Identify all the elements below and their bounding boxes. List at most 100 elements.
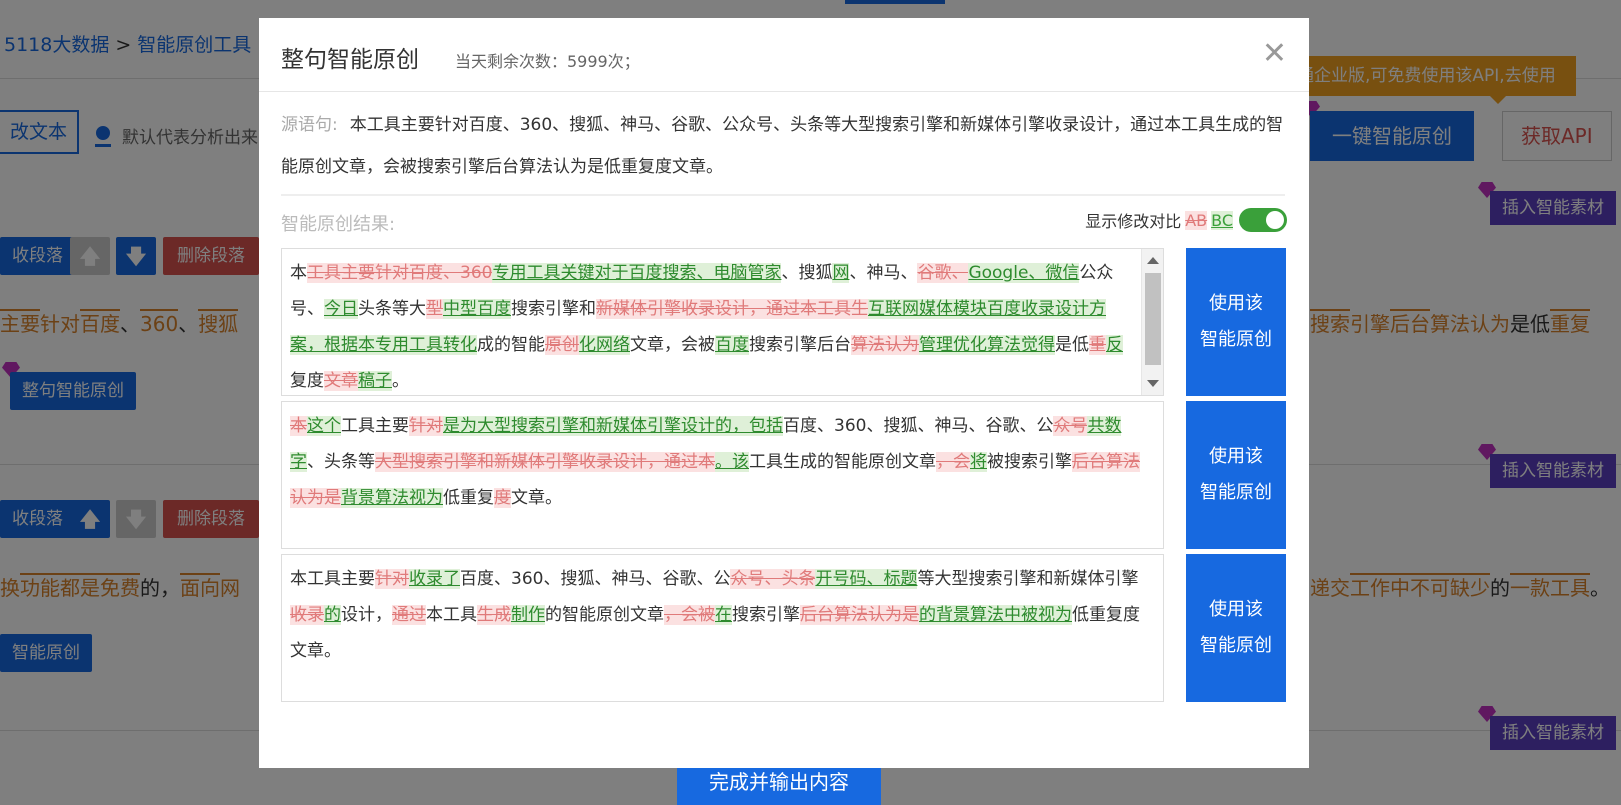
scrollbar-thumb[interactable] bbox=[1145, 273, 1161, 365]
text-segment: 的智能原创文章 bbox=[545, 605, 664, 625]
deleted-segment: 针对 bbox=[375, 569, 409, 589]
close-icon[interactable]: ✕ bbox=[1262, 36, 1287, 71]
added-segment: 反 bbox=[1106, 335, 1123, 355]
text-segment: 本工具 bbox=[426, 605, 477, 625]
scrollbar[interactable] bbox=[1141, 249, 1163, 395]
added-segment: 的 bbox=[324, 605, 341, 625]
text-segment: 等大型搜索引擎和新媒体引擎 bbox=[917, 569, 1139, 589]
text-segment: 头条等大 bbox=[358, 299, 426, 319]
added-segment: 的背景算法中被视为 bbox=[919, 605, 1072, 625]
added-segment: Google、微信 bbox=[968, 263, 1080, 283]
result-label: 智能原创结果: bbox=[281, 214, 396, 235]
added-segment: 稿子 bbox=[358, 371, 392, 391]
sentence-rewrite-modal: 整句智能原创 当天剩余次数：5999次； ✕ 源语句: 本工具主要针对百度、360… bbox=[259, 18, 1309, 768]
remaining-count: 当天剩余次数：5999次； bbox=[455, 52, 640, 71]
added-segment: 专用工具关键对于百度搜索、电脑管家 bbox=[492, 263, 782, 283]
text-segment: 成的智能 bbox=[477, 335, 545, 355]
added-segment: 化网络 bbox=[579, 335, 630, 355]
added-segment: 。该 bbox=[715, 452, 749, 472]
deleted-segment: 众号、头条 bbox=[730, 569, 816, 589]
use-result-button-2[interactable]: 使用该 智能原创 bbox=[1186, 401, 1286, 549]
compare-toggle-group: 显示修改对比 AB BC bbox=[1085, 208, 1287, 232]
added-segment: 开号码、标题 bbox=[815, 569, 918, 589]
added-segment: 今日 bbox=[324, 299, 358, 319]
deleted-segment: ，会被 bbox=[664, 605, 715, 625]
text-segment: 。 bbox=[392, 371, 409, 391]
text-segment: 搜索引擎后台 bbox=[749, 335, 851, 355]
text-segment: 文章，会被 bbox=[630, 335, 715, 355]
compare-toggle-switch[interactable] bbox=[1239, 208, 1287, 232]
added-segment: 将 bbox=[970, 452, 987, 472]
deleted-segment: 新媒体引擎收录设计，通过本工具生 bbox=[596, 299, 868, 319]
text-segment: 本工具主要 bbox=[290, 569, 375, 589]
scroll-up-icon[interactable] bbox=[1147, 257, 1159, 264]
added-segment: 是为大型搜索引擎和新媒体引擎设计的，包括 bbox=[443, 416, 783, 436]
deleted-segment: 收录 bbox=[290, 605, 324, 625]
toggle-knob bbox=[1266, 211, 1284, 229]
deleted-segment: 针对 bbox=[409, 416, 443, 436]
result-box-2[interactable]: 本这个工具主要针对是为大型搜索引擎和新媒体引擎设计的，包括百度、360、搜狐、神… bbox=[281, 401, 1164, 549]
deleted-segment: 度 bbox=[494, 488, 511, 508]
source-text: 本工具主要针对百度、360、搜狐、神马、谷歌、公众号、头条等大型搜索引擎和新媒体… bbox=[281, 115, 1284, 177]
text-segment: 搜索引擎和 bbox=[511, 299, 596, 319]
compare-label: 显示修改对比 bbox=[1085, 212, 1182, 231]
use-button-line2: 智能原创 bbox=[1200, 482, 1272, 503]
deleted-segment: 大型搜索引擎和新媒体引擎收录设计，通过本 bbox=[375, 452, 715, 472]
text-segment: 百度、360、搜狐、神马、谷歌、公 bbox=[460, 569, 731, 589]
compare-deleted-sample: AB bbox=[1185, 210, 1208, 230]
use-result-button-1[interactable]: 使用该 智能原创 bbox=[1186, 248, 1286, 396]
added-segment: 制作 bbox=[511, 605, 545, 625]
result-box-1[interactable]: 本工具主要针对百度、360专用工具关键对于百度搜索、电脑管家、搜狐网、神马、谷歌… bbox=[281, 248, 1164, 396]
deleted-segment: 通过 bbox=[392, 605, 426, 625]
added-segment: 这个 bbox=[307, 416, 341, 436]
text-segment: 文章。 bbox=[511, 488, 562, 508]
added-segment: 在 bbox=[715, 605, 732, 625]
result-box-3[interactable]: 本工具主要针对收录了百度、360、搜狐、神马、谷歌、公众号、头条开号码、标题等大… bbox=[281, 554, 1164, 702]
deleted-segment: 原创 bbox=[545, 335, 579, 355]
use-button-line1: 使用该 bbox=[1209, 599, 1263, 620]
use-button-line1: 使用该 bbox=[1209, 293, 1263, 314]
text-segment: 工具生成的智能原创文章 bbox=[749, 452, 936, 472]
use-button-line1: 使用该 bbox=[1209, 446, 1263, 467]
deleted-segment: 生成 bbox=[477, 605, 511, 625]
text-segment: 工具主要 bbox=[341, 416, 409, 436]
modal-header: 整句智能原创 当天剩余次数：5999次； ✕ bbox=[259, 18, 1309, 92]
modal-title: 整句智能原创 bbox=[281, 47, 419, 73]
text-segment: 搜索引擎 bbox=[732, 605, 800, 625]
deleted-segment: 算法认为 bbox=[851, 335, 919, 355]
added-segment: 中型百度 bbox=[443, 299, 511, 319]
text-segment: 、头条等 bbox=[307, 452, 375, 472]
text-segment: 、搜狐 bbox=[781, 263, 833, 283]
use-button-line2: 智能原创 bbox=[1200, 635, 1272, 656]
added-segment: 管理优化算法觉得 bbox=[919, 335, 1055, 355]
deleted-segment: 型 bbox=[426, 299, 443, 319]
text-segment: 、神马、 bbox=[849, 263, 918, 283]
deleted-segment: 众号 bbox=[1053, 416, 1088, 436]
text-segment: 是低 bbox=[1055, 335, 1089, 355]
deleted-segment: 文章 bbox=[324, 371, 358, 391]
deleted-segment: 谷歌、 bbox=[917, 263, 969, 283]
added-segment: 收录了 bbox=[409, 569, 460, 589]
added-segment: 百度 bbox=[715, 335, 749, 355]
text-segment: 被搜索引擎 bbox=[987, 452, 1072, 472]
scroll-down-icon[interactable] bbox=[1147, 380, 1159, 387]
text-segment: 本 bbox=[290, 263, 307, 283]
use-button-line2: 智能原创 bbox=[1200, 329, 1272, 350]
source-sentence: 源语句: 本工具主要针对百度、360、搜狐、神马、谷歌、公众号、头条等大型搜索引擎… bbox=[281, 104, 1285, 188]
text-segment: 复度 bbox=[290, 371, 324, 391]
result-text: 本工具主要针对收录了百度、360、搜狐、神马、谷歌、公众号、头条开号码、标题等大… bbox=[290, 561, 1155, 669]
divider bbox=[281, 194, 1285, 196]
added-segment: 网 bbox=[832, 263, 850, 283]
result-text: 本这个工具主要针对是为大型搜索引擎和新媒体引擎设计的，包括百度、360、搜狐、神… bbox=[290, 408, 1155, 516]
deleted-segment: 本 bbox=[290, 416, 307, 436]
use-result-button-3[interactable]: 使用该 智能原创 bbox=[1186, 554, 1286, 702]
deleted-segment: 重 bbox=[1089, 335, 1106, 355]
deleted-segment: 工具主要针对百度、360 bbox=[307, 263, 493, 283]
result-text: 本工具主要针对百度、360专用工具关键对于百度搜索、电脑管家、搜狐网、神马、谷歌… bbox=[290, 255, 1133, 395]
compare-added-sample: BC bbox=[1211, 210, 1233, 230]
text-segment: 低重复 bbox=[443, 488, 494, 508]
deleted-segment: 后台算法认为是 bbox=[800, 605, 919, 625]
added-segment: 背景算法视为 bbox=[341, 488, 443, 508]
text-segment: 设计， bbox=[341, 605, 392, 625]
text-segment: 百度、360、搜狐、神马、谷歌、公 bbox=[783, 416, 1054, 436]
